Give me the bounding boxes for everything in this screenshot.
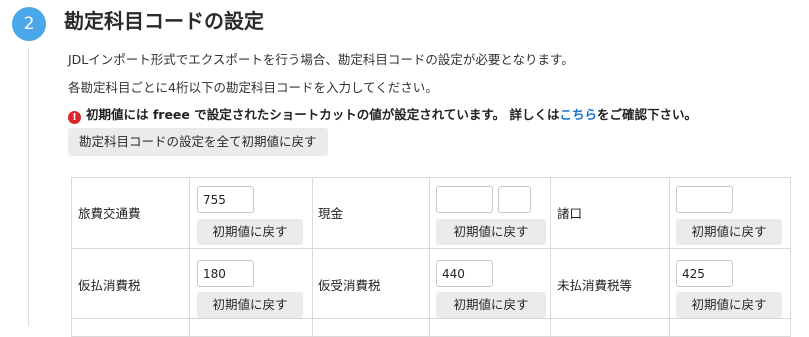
description-line-2: 各勘定科目ごとに4桁以下の勘定科目コードを入力してください。	[68, 80, 438, 95]
table-column-divider	[550, 178, 551, 336]
notice-text-after: をご確認下さい。	[596, 107, 697, 122]
notice-message: ! 初期値には freee で設定されたショートカットの値が設定されています。 詳…	[68, 106, 697, 124]
account-code-table: 旅費交通費 初期値に戻す 現金 初期値に戻す 諸口 初期値に戻す 仮払消費税 初…	[71, 177, 791, 337]
section-title: 勘定科目コードの設定	[64, 9, 264, 33]
account-code-input-travel[interactable]	[197, 186, 254, 213]
step-connector-line	[28, 48, 29, 326]
account-code-input-sundry[interactable]	[676, 186, 733, 213]
reset-button-prepaid-tax[interactable]: 初期値に戻す	[197, 292, 303, 318]
reset-button-cash[interactable]: 初期値に戻す	[436, 219, 546, 245]
table-column-divider	[189, 178, 190, 336]
reset-button-sundry[interactable]: 初期値に戻す	[676, 219, 782, 245]
table-column-divider	[312, 178, 313, 336]
account-code-input-unpaid-tax[interactable]	[676, 260, 733, 287]
table-row-divider	[72, 248, 790, 249]
details-link[interactable]: こちら	[559, 107, 597, 122]
reset-button-received-tax[interactable]: 初期値に戻す	[436, 292, 546, 318]
account-name-prepaid-tax: 仮払消費税	[78, 278, 141, 293]
account-name-travel: 旅費交通費	[78, 206, 141, 221]
notice-text-before: 初期値には freee で設定されたショートカットの値が設定されています。 詳し…	[86, 107, 560, 122]
table-column-divider	[669, 178, 670, 336]
account-code-input-cash-2[interactable]	[498, 186, 531, 213]
account-name-received-tax: 仮受消費税	[318, 278, 381, 293]
account-name-sundry: 諸口	[557, 206, 583, 221]
reset-button-unpaid-tax[interactable]: 初期値に戻す	[676, 292, 782, 318]
account-code-input-received-tax[interactable]	[436, 260, 493, 287]
step-number-badge: 2	[12, 7, 46, 41]
account-code-input-cash[interactable]	[436, 186, 493, 213]
account-code-input-prepaid-tax[interactable]	[197, 260, 254, 287]
reset-button-travel[interactable]: 初期値に戻す	[197, 219, 303, 245]
reset-all-codes-button[interactable]: 勘定科目コードの設定を全て初期値に戻す	[68, 128, 328, 156]
description-line-1: JDLインポート形式でエクスポートを行う場合、勘定科目コードの設定が必要となりま…	[68, 52, 574, 67]
exclamation-circle-icon: !	[68, 111, 81, 124]
table-column-divider	[429, 178, 430, 336]
table-row-divider	[72, 318, 790, 319]
account-name-unpaid-tax: 未払消費税等	[557, 278, 633, 293]
account-name-cash: 現金	[318, 206, 344, 221]
